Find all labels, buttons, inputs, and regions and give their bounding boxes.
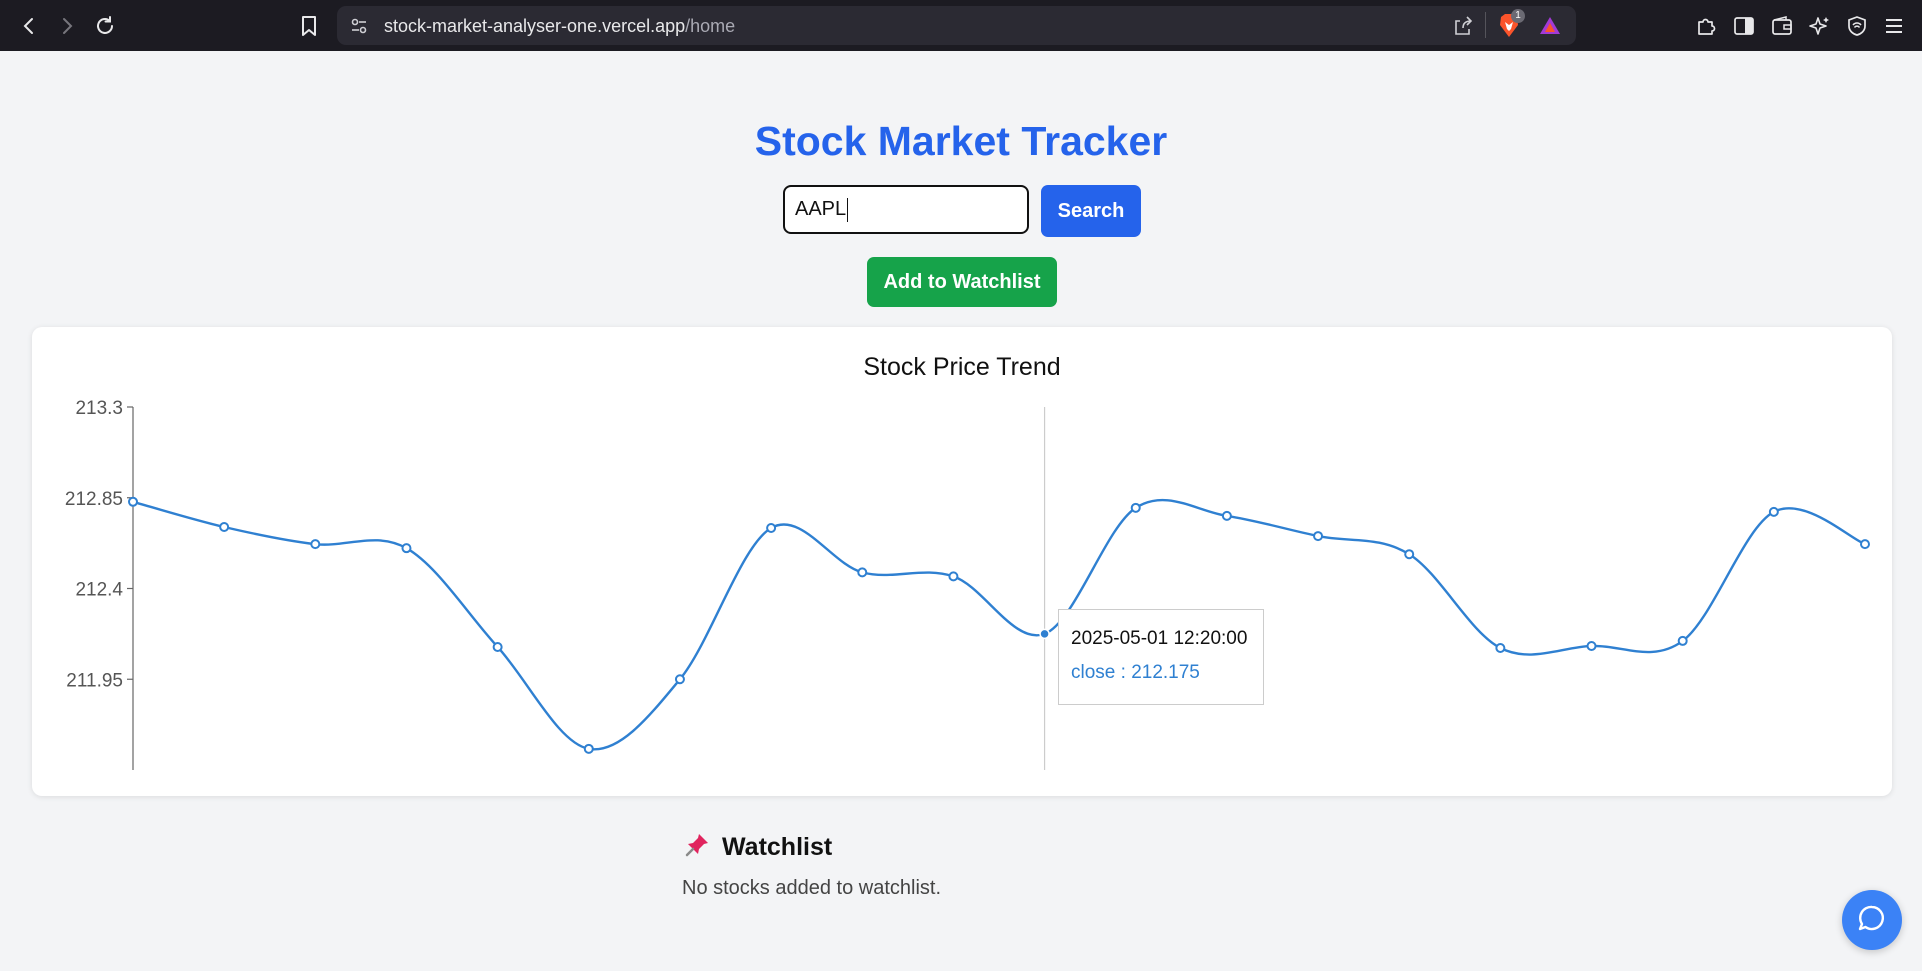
chat-icon	[1857, 903, 1887, 938]
y-tick-label: 213.3	[75, 398, 123, 419]
y-tick-label: 212.85	[65, 489, 123, 510]
data-point	[674, 674, 685, 685]
chat-button[interactable]	[1842, 890, 1902, 950]
active-data-point	[1039, 628, 1050, 640]
watchlist-header: Watchlist	[684, 832, 832, 863]
data-point	[1404, 549, 1415, 560]
data-point	[857, 567, 868, 578]
price-line	[132, 498, 1866, 751]
watchlist-title: Watchlist	[722, 833, 833, 861]
data-point	[1313, 531, 1324, 542]
data-point	[401, 543, 412, 554]
y-tick-label: 212.4	[75, 580, 123, 601]
data-point	[948, 571, 959, 582]
pin-icon	[684, 832, 710, 863]
data-point	[1677, 635, 1688, 646]
data-point	[766, 523, 777, 533]
watchlist-empty-text: No stocks added to watchlist.	[682, 877, 942, 899]
data-point	[1860, 539, 1870, 550]
data-point	[1495, 642, 1506, 653]
chart-tooltip: 2025-05-01 12:20:00 close : 212.175	[1058, 609, 1264, 705]
data-point	[219, 521, 230, 532]
price-chart[interactable]: 213.3 212.85 212.4 211.95	[0, 0, 1922, 971]
tooltip-value: close : 212.175	[1071, 662, 1200, 683]
data-point	[1586, 640, 1597, 651]
data-point	[1130, 502, 1141, 513]
data-point	[1221, 510, 1232, 521]
y-tick-label: 211.95	[66, 670, 123, 691]
data-point	[310, 539, 321, 550]
tooltip-date: 2025-05-01 12:20:00	[1071, 628, 1248, 649]
data-point	[1768, 506, 1779, 517]
data-point	[492, 641, 503, 652]
data-point	[583, 743, 594, 754]
data-point	[128, 496, 138, 507]
